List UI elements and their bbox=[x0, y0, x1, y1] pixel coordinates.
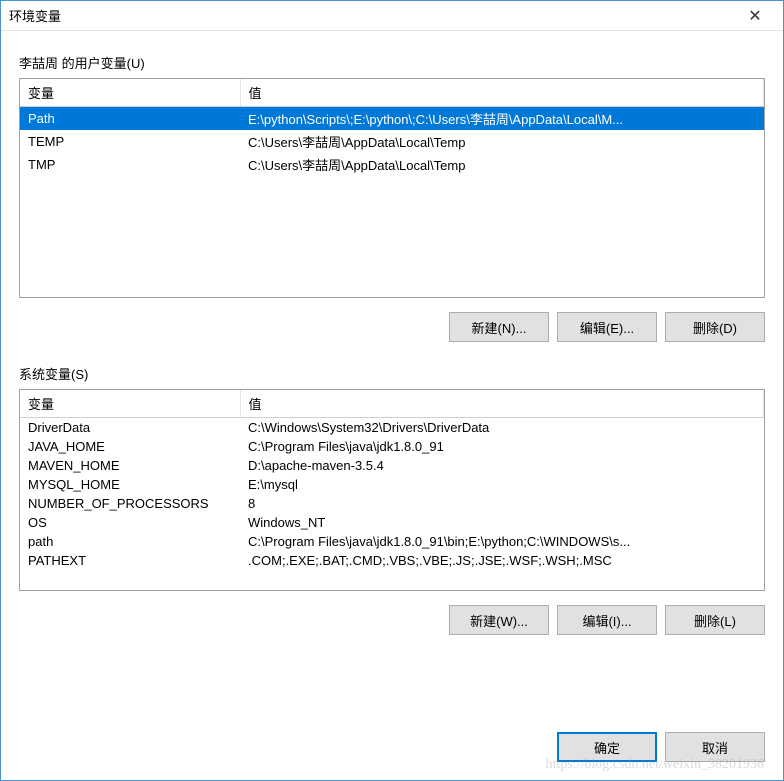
system-vars-label: 系统变量(S) bbox=[19, 364, 765, 383]
system-edit-button[interactable]: 编辑(I)... bbox=[557, 605, 657, 635]
table-row[interactable]: MAVEN_HOMED:\apache-maven-3.5.4 bbox=[20, 456, 764, 475]
window-title: 环境变量 bbox=[9, 6, 735, 25]
user-vars-listbox[interactable]: 变量 值 PathE:\python\Scripts\;E:\python\;C… bbox=[19, 78, 765, 298]
cancel-button[interactable]: 取消 bbox=[665, 732, 765, 762]
user-delete-button[interactable]: 删除(D) bbox=[665, 312, 765, 342]
env-vars-dialog: 环境变量 ✕ 李喆周 的用户变量(U) 变量 值 PathE:\python\S… bbox=[0, 0, 784, 781]
var-value-cell: .COM;.EXE;.BAT;.CMD;.VBS;.VBE;.JS;.JSE;.… bbox=[240, 551, 764, 570]
system-header-variable[interactable]: 变量 bbox=[20, 390, 240, 418]
table-row[interactable]: PathE:\python\Scripts\;E:\python\;C:\Use… bbox=[20, 107, 764, 130]
system-delete-button[interactable]: 删除(L) bbox=[665, 605, 765, 635]
user-header-variable[interactable]: 变量 bbox=[20, 79, 240, 107]
system-new-button[interactable]: 新建(W)... bbox=[449, 605, 549, 635]
table-row[interactable]: JAVA_HOMEC:\Program Files\java\jdk1.8.0_… bbox=[20, 437, 764, 456]
user-vars-group: 李喆周 的用户变量(U) 变量 值 PathE:\python\Scripts\… bbox=[19, 53, 765, 342]
titlebar: 环境变量 ✕ bbox=[1, 1, 783, 31]
system-vars-listbox[interactable]: 变量 值 DriverDataC:\Windows\System32\Drive… bbox=[19, 389, 765, 591]
user-new-button[interactable]: 新建(N)... bbox=[449, 312, 549, 342]
var-value-cell: 8 bbox=[240, 494, 764, 513]
var-name-cell: TMP bbox=[20, 153, 240, 176]
var-name-cell: DriverData bbox=[20, 418, 240, 437]
table-row[interactable]: NUMBER_OF_PROCESSORS8 bbox=[20, 494, 764, 513]
table-row[interactable]: OSWindows_NT bbox=[20, 513, 764, 532]
user-vars-label: 李喆周 的用户变量(U) bbox=[19, 53, 765, 72]
system-vars-group: 系统变量(S) 变量 值 DriverDataC:\Windows\System… bbox=[19, 364, 765, 635]
ok-button[interactable]: 确定 bbox=[557, 732, 657, 762]
table-row[interactable]: TMPC:\Users\李喆周\AppData\Local\Temp bbox=[20, 153, 764, 176]
var-name-cell: JAVA_HOME bbox=[20, 437, 240, 456]
table-row[interactable]: DriverDataC:\Windows\System32\Drivers\Dr… bbox=[20, 418, 764, 437]
system-buttons-row: 新建(W)... 编辑(I)... 删除(L) bbox=[19, 605, 765, 635]
var-name-cell: PATHEXT bbox=[20, 551, 240, 570]
user-edit-button[interactable]: 编辑(E)... bbox=[557, 312, 657, 342]
var-name-cell: OS bbox=[20, 513, 240, 532]
var-value-cell: C:\Users\李喆周\AppData\Local\Temp bbox=[240, 130, 764, 153]
var-value-cell: C:\Windows\System32\Drivers\DriverData bbox=[240, 418, 764, 437]
var-name-cell: TEMP bbox=[20, 130, 240, 153]
dialog-footer: 确定 取消 bbox=[1, 716, 783, 780]
user-header-value[interactable]: 值 bbox=[240, 79, 764, 107]
var-name-cell: path bbox=[20, 532, 240, 551]
system-header-value[interactable]: 值 bbox=[240, 390, 764, 418]
var-value-cell: E:\mysql bbox=[240, 475, 764, 494]
var-name-cell: NUMBER_OF_PROCESSORS bbox=[20, 494, 240, 513]
table-row[interactable]: MYSQL_HOMEE:\mysql bbox=[20, 475, 764, 494]
var-name-cell: Path bbox=[20, 107, 240, 130]
var-value-cell: Windows_NT bbox=[240, 513, 764, 532]
close-icon[interactable]: ✕ bbox=[735, 2, 775, 30]
table-row[interactable]: PATHEXT.COM;.EXE;.BAT;.CMD;.VBS;.VBE;.JS… bbox=[20, 551, 764, 570]
user-buttons-row: 新建(N)... 编辑(E)... 删除(D) bbox=[19, 312, 765, 342]
var-value-cell: C:\Program Files\java\jdk1.8.0_91 bbox=[240, 437, 764, 456]
table-row[interactable]: pathC:\Program Files\java\jdk1.8.0_91\bi… bbox=[20, 532, 764, 551]
var-value-cell: E:\python\Scripts\;E:\python\;C:\Users\李… bbox=[240, 107, 764, 130]
table-row[interactable]: TEMPC:\Users\李喆周\AppData\Local\Temp bbox=[20, 130, 764, 153]
dialog-content: 李喆周 的用户变量(U) 变量 值 PathE:\python\Scripts\… bbox=[1, 31, 783, 716]
var-value-cell: C:\Users\李喆周\AppData\Local\Temp bbox=[240, 153, 764, 176]
var-value-cell: D:\apache-maven-3.5.4 bbox=[240, 456, 764, 475]
var-name-cell: MAVEN_HOME bbox=[20, 456, 240, 475]
var-value-cell: C:\Program Files\java\jdk1.8.0_91\bin;E:… bbox=[240, 532, 764, 551]
var-name-cell: MYSQL_HOME bbox=[20, 475, 240, 494]
